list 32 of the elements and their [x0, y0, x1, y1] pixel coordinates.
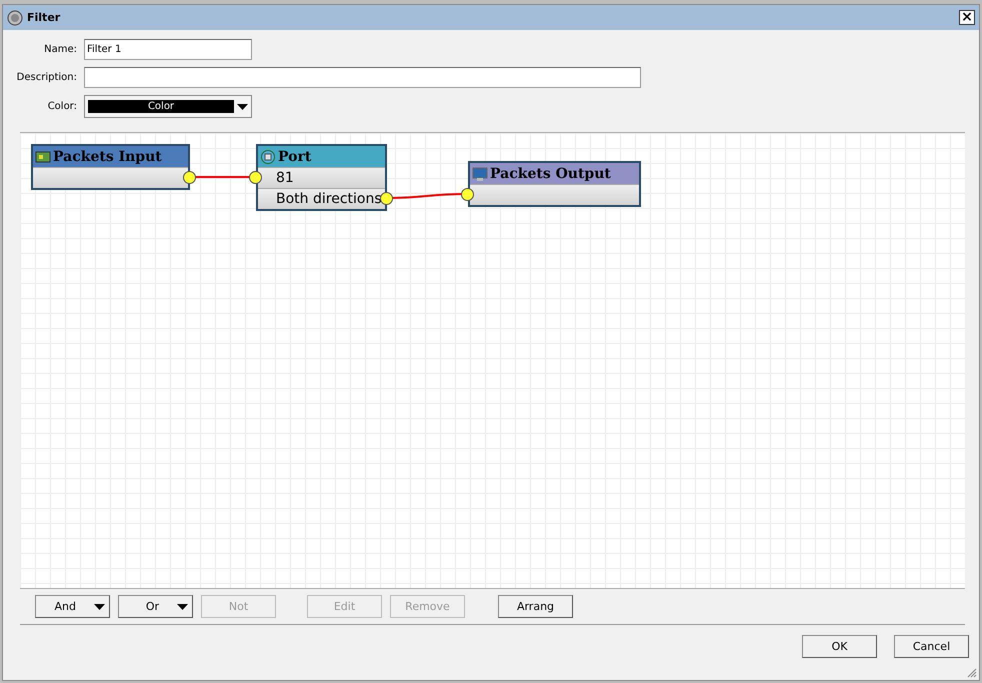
color-swatch: Color: [88, 100, 234, 113]
node-title: Packets Input: [53, 148, 162, 164]
input-port[interactable]: [461, 188, 474, 201]
name-field[interactable]: Filter 1: [84, 39, 252, 60]
description-field[interactable]: [84, 67, 641, 88]
field-label: Color:: [46, 101, 77, 112]
monitor-icon: [472, 166, 488, 182]
toolbar-button[interactable]: Or: [118, 595, 193, 618]
toolbar-button[interactable]: And: [35, 595, 110, 618]
dialog-button[interactable]: Cancel: [894, 635, 969, 658]
close-button[interactable]: ×: [959, 10, 975, 25]
filter-node[interactable]: Packets Output: [468, 161, 641, 207]
dialog-button[interactable]: OK: [802, 635, 877, 658]
toolbar-button[interactable]: Arrang: [498, 595, 573, 618]
node-title: Port: [278, 148, 312, 164]
node-title: Packets Output: [490, 166, 611, 182]
caret-icon: [237, 104, 248, 110]
node-field: 81: [276, 170, 294, 186]
window-title: Filter: [27, 11, 60, 24]
resize-grip-icon[interactable]: [966, 667, 977, 678]
globe-icon: [260, 148, 276, 164]
color-dropdown[interactable]: Color: [84, 95, 252, 118]
caret-icon: [94, 604, 105, 610]
filter-node[interactable]: Packets Input: [31, 144, 190, 190]
output-port[interactable]: [380, 192, 393, 205]
input-port[interactable]: [249, 171, 262, 184]
filter-node[interactable]: Port 81 Both directions: [256, 144, 387, 211]
field-label: Description:: [16, 72, 77, 83]
caret-icon: [177, 604, 188, 610]
field-label: Name:: [43, 44, 77, 55]
circuit-board-icon: [35, 148, 51, 164]
output-port[interactable]: [183, 171, 196, 184]
